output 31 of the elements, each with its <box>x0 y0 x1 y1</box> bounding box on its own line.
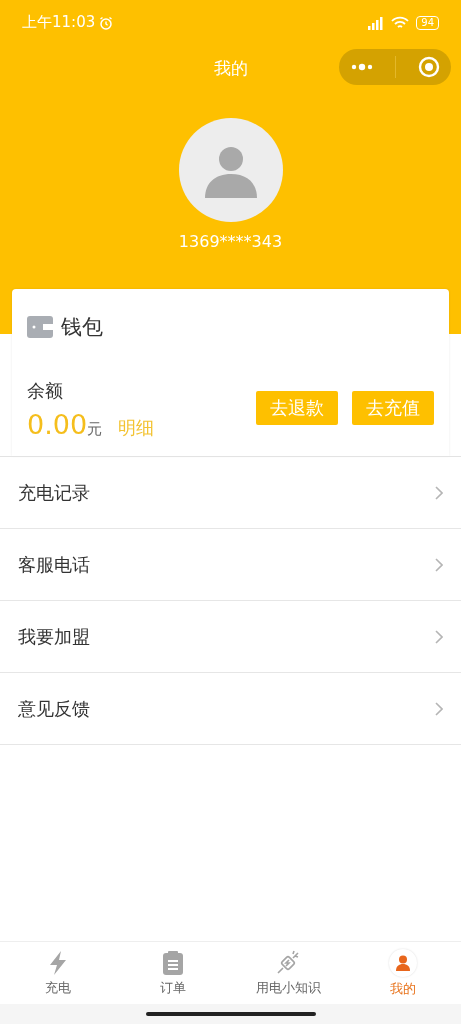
tab[interactable]: 用电小知识 <box>230 942 346 1004</box>
menu-item[interactable]: 充电记录 <box>0 457 461 529</box>
menu-label: 客服电话 <box>18 552 90 577</box>
menu-label: 充电记录 <box>18 480 90 505</box>
plug-icon <box>275 949 302 976</box>
balance-label: 余额 <box>27 379 64 403</box>
wifi-icon <box>390 15 411 30</box>
more-icon[interactable] <box>349 63 374 71</box>
phone-number: 1369****343 <box>178 232 283 251</box>
chevron-icon <box>435 701 443 716</box>
menu-item[interactable]: 我要加盟 <box>0 601 461 673</box>
wallet-title: 钱包 <box>61 314 103 341</box>
menu-label: 意见反馈 <box>18 696 90 721</box>
chevron-icon <box>435 485 443 500</box>
close-icon[interactable] <box>418 56 441 78</box>
battery-indicator: 94 <box>416 15 439 30</box>
page-title: 我的 <box>213 56 248 80</box>
status-time: 上午11:03 <box>22 13 96 32</box>
chevron-icon <box>435 629 443 644</box>
profile-icon <box>389 948 418 977</box>
menu-item[interactable]: 客服电话 <box>0 529 461 601</box>
alarm-icon <box>99 15 114 30</box>
tab[interactable]: 充电 <box>0 942 116 1004</box>
wallet-icon <box>27 315 53 339</box>
tab[interactable]: 订单 <box>115 942 231 1004</box>
tab[interactable]: 我的 <box>345 942 461 1004</box>
currency-unit: 元 <box>87 420 103 439</box>
balance-amount: 0.00 <box>27 409 88 440</box>
chevron-icon <box>435 557 443 572</box>
menu-label: 我要加盟 <box>18 624 90 649</box>
menu-item[interactable]: 意见反馈 <box>0 673 461 745</box>
